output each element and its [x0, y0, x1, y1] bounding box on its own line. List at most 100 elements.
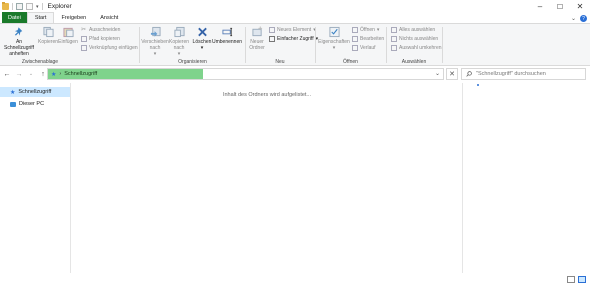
forward-arrow-icon: →: [15, 70, 23, 78]
delete-chevron-icon: ▾: [200, 45, 204, 51]
select-none-icon: [391, 36, 397, 42]
edit-label: Bearbeiten: [360, 36, 385, 42]
properties-chevron-icon: ▾: [332, 45, 336, 51]
collapse-ribbon-icon[interactable]: ⌄: [571, 15, 576, 22]
cut-button[interactable]: ✂ Ausschneiden: [81, 27, 120, 33]
select-group-label: Auswählen: [401, 59, 427, 65]
details-view-icon[interactable]: [567, 275, 575, 283]
select-none-button[interactable]: Nichts auswählen: [391, 36, 438, 42]
copy-button[interactable]: Kopieren: [38, 26, 58, 45]
nav-item-quick-access[interactable]: ★ Schnellzugriff: [0, 87, 70, 97]
history-label: Verlauf: [360, 45, 376, 51]
cut-label: Ausschneiden: [89, 27, 121, 33]
new-group-label: Neu: [275, 59, 285, 65]
minimize-icon: –: [537, 2, 543, 11]
edit-icon: [352, 36, 358, 42]
quick-access-toolbar: ▾: [0, 2, 43, 10]
forward-button[interactable]: →: [14, 69, 24, 79]
up-arrow-icon: ↑: [41, 70, 45, 78]
stop-button[interactable]: ✕: [446, 68, 458, 80]
easy-access-button[interactable]: Einfacher Zugriff ▾: [269, 36, 318, 42]
paste-icon: [62, 27, 74, 38]
recent-locations-button[interactable]: ⌄: [26, 69, 36, 79]
pin-label: An Schnellzugriff anheften: [4, 39, 34, 57]
invert-selection-label: Auswahl umkehren: [399, 45, 442, 51]
back-arrow-icon: ←: [3, 70, 11, 78]
maximize-button[interactable]: ☐: [550, 0, 570, 13]
tab-file[interactable]: Datei: [2, 12, 27, 23]
scissors-icon: ✂: [81, 27, 87, 33]
details-pane: [462, 83, 590, 273]
star-icon: ★: [10, 89, 16, 96]
pin-quick-access-button[interactable]: An Schnellzugriff anheften: [2, 26, 36, 57]
new-item-label: Neues Element: [277, 27, 312, 33]
open-chevron-icon: ▾: [376, 27, 380, 33]
breadcrumb-separator-icon: ›: [59, 71, 62, 77]
open-button[interactable]: Öffnen ▾: [352, 27, 379, 33]
back-button[interactable]: ←: [2, 69, 12, 79]
copy-to-icon: [173, 26, 185, 38]
new-item-button[interactable]: Neues Element ▾: [269, 27, 316, 33]
paste-button[interactable]: Einfügen: [58, 26, 78, 45]
move-to-chevron-icon: ▾: [153, 51, 157, 57]
easy-access-icon: [269, 36, 275, 42]
navigation-pane: ★ Schnellzugriff Dieser PC: [0, 83, 71, 273]
ribbon-controls: ⌄ ?: [571, 15, 587, 22]
select-all-button[interactable]: Alles auswählen: [391, 27, 435, 33]
address-progress: ★ › Schnellzugriff: [48, 69, 203, 79]
loading-message: Inhalt des Ordners wird aufgelistet...: [222, 92, 312, 98]
address-bar[interactable]: ★ › Schnellzugriff ⌄: [47, 68, 444, 80]
minimize-button[interactable]: –: [530, 0, 550, 13]
large-icons-view-icon[interactable]: [578, 275, 586, 283]
properties-icon: [328, 26, 340, 38]
easy-access-label: Einfacher Zugriff: [277, 36, 314, 42]
customize-toolbar-chevron-icon[interactable]: ▾: [36, 4, 39, 10]
toolbar-divider: [41, 3, 43, 10]
close-button[interactable]: ✕: [570, 0, 590, 13]
new-folder-icon: [251, 26, 262, 37]
paste-shortcut-icon: [81, 45, 87, 51]
rename-label: Umbenennen: [211, 39, 243, 45]
edit-button[interactable]: Bearbeiten: [352, 36, 384, 42]
new-folder-icon[interactable]: [26, 3, 33, 10]
paste-shortcut-button[interactable]: Verknüpfung einfügen: [81, 45, 138, 51]
nav-item-this-pc[interactable]: Dieser PC: [0, 99, 70, 109]
star-icon: ★: [51, 71, 57, 78]
new-folder-button[interactable]: Neuer Ordner: [247, 26, 267, 51]
toolbar-divider: [12, 3, 13, 10]
group-open: Eigenschaften ▾ Öffnen ▾ Bearbeiten Verl…: [316, 24, 385, 66]
properties-icon[interactable]: [16, 3, 23, 10]
group-divider: [442, 27, 443, 63]
properties-button[interactable]: Eigenschaften ▾: [317, 26, 351, 51]
help-icon[interactable]: ?: [580, 15, 587, 22]
copy-label: Kopieren: [38, 39, 59, 45]
move-to-label: Verschieben nach: [141, 39, 169, 51]
select-all-label: Alles auswählen: [399, 27, 436, 33]
copy-path-button[interactable]: Pfad kopieren: [81, 36, 120, 42]
tab-view[interactable]: Ansicht: [93, 12, 125, 23]
open-icon: [352, 27, 358, 33]
copy-to-button[interactable]: Kopieren nach ▾: [168, 26, 190, 57]
tab-start[interactable]: Start: [26, 12, 55, 23]
close-icon: ✕: [449, 71, 455, 78]
search-input[interactable]: "Schnellzugriff" durchsuchen: [461, 68, 586, 80]
address-history-chevron-icon[interactable]: ⌄: [435, 70, 440, 77]
copy-to-label: Kopieren nach: [168, 39, 189, 51]
group-select: Alles auswählen Nichts auswählen Auswahl…: [387, 24, 442, 66]
rename-button[interactable]: Umbenennen: [211, 26, 243, 45]
move-to-button[interactable]: Verschieben nach ▾: [141, 26, 169, 57]
maximize-icon: ☐: [556, 3, 564, 11]
file-list[interactable]: Inhalt des Ordners wird aufgelistet...: [72, 83, 462, 273]
nav-item-label: Schnellzugriff: [18, 89, 52, 95]
address-path[interactable]: Schnellzugriff: [64, 71, 97, 77]
paste-shortcut-label: Verknüpfung einfügen: [89, 45, 138, 51]
clipboard-group-label: Zwischenablage: [21, 59, 59, 65]
loading-indicator: [477, 84, 479, 86]
tab-share[interactable]: Freigeben: [54, 12, 93, 23]
invert-selection-button[interactable]: Auswahl umkehren: [391, 45, 442, 51]
copy-path-icon: [81, 36, 87, 42]
delete-button[interactable]: Löschen ▾: [192, 26, 212, 51]
history-button[interactable]: Verlauf: [352, 45, 376, 51]
group-organize: Verschieben nach ▾ Kopieren nach ▾ Lösch…: [140, 24, 245, 66]
rename-icon: [221, 27, 232, 37]
